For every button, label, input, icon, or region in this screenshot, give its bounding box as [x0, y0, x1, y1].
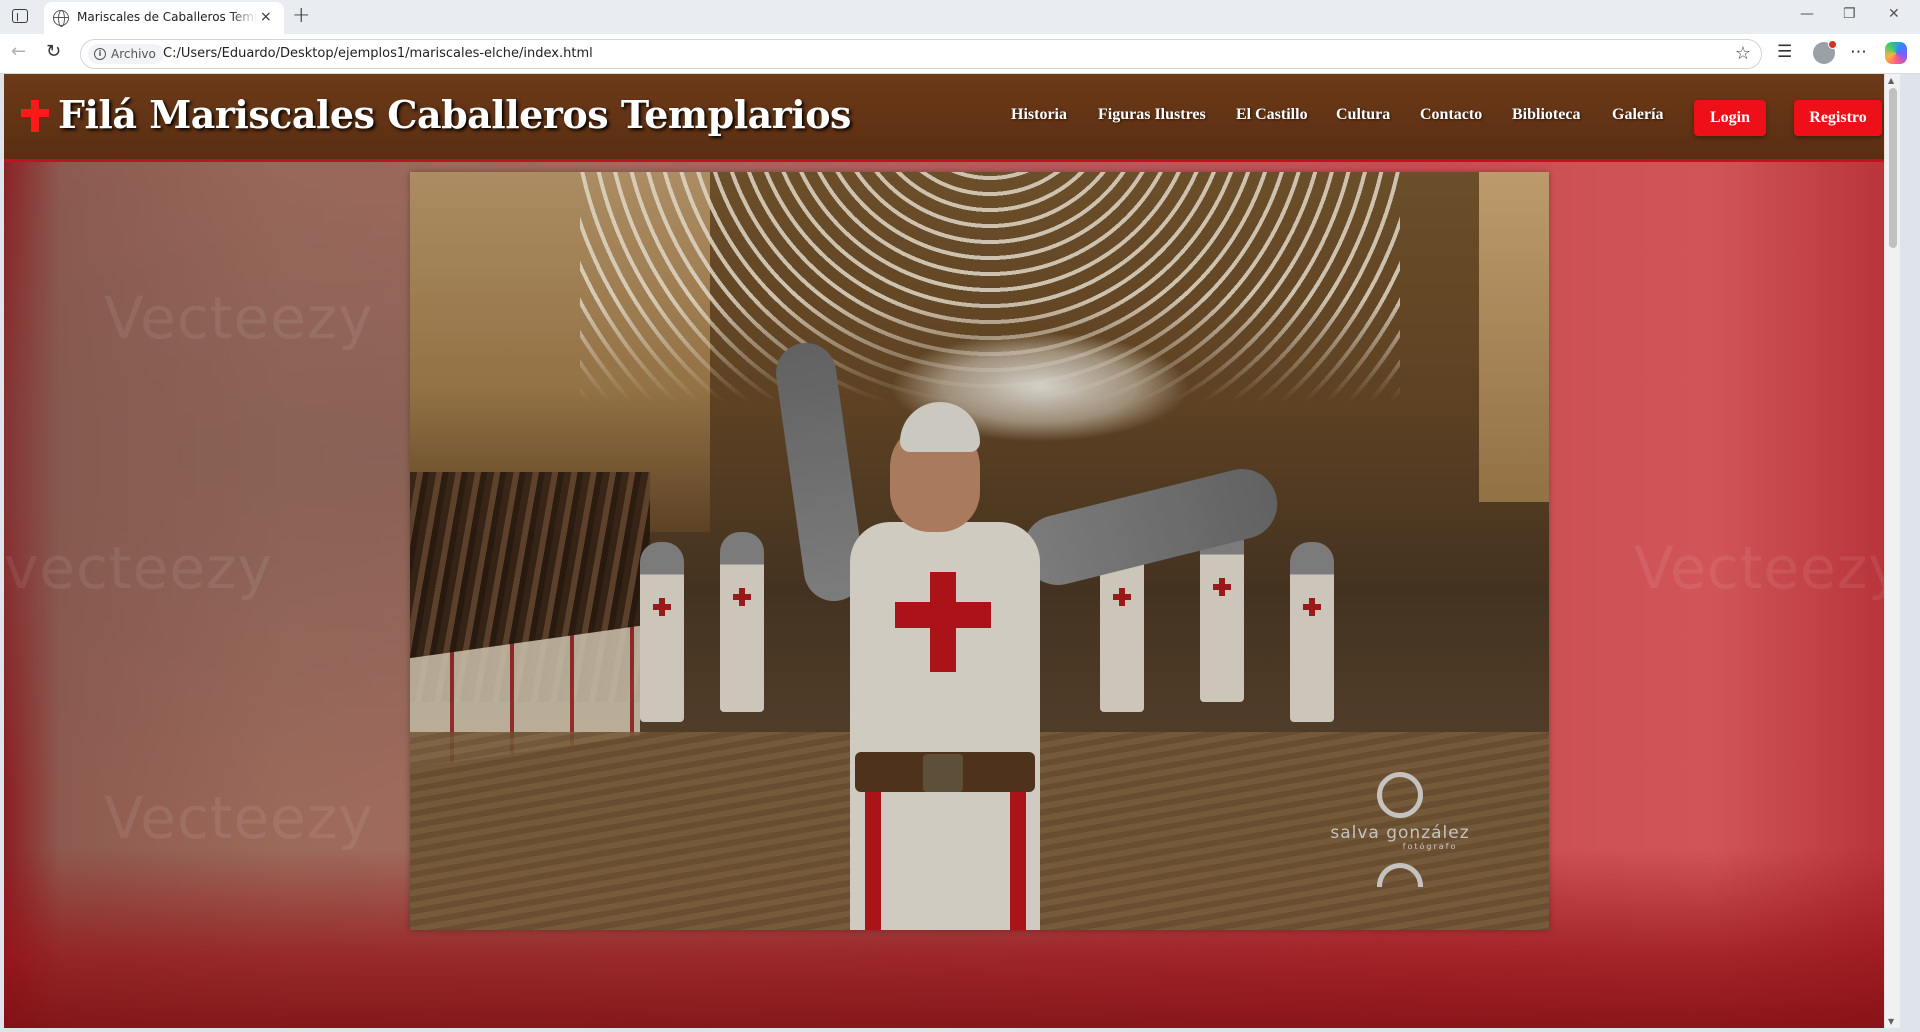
scrollbar-thumb[interactable]	[1889, 88, 1897, 248]
site-info-label: Archivo	[111, 47, 156, 61]
tab-actions-icon[interactable]	[12, 9, 28, 23]
more-menu-icon[interactable]: ⋯	[1850, 42, 1867, 62]
close-window-button[interactable]: ✕	[1888, 6, 1900, 22]
address-bar[interactable]: i Archivo C:/Users/Eduardo/Desktop/ejemp…	[80, 39, 1762, 69]
browser-tab-active[interactable]: Mariscales de Caballeros Templarios ×	[44, 2, 284, 34]
info-icon: i	[94, 48, 106, 60]
browser-tabstrip: Mariscales de Caballeros Templarios × + …	[0, 0, 1920, 34]
profile-avatar[interactable]	[1813, 40, 1837, 64]
scroll-up-icon[interactable]: ▲	[1888, 76, 1894, 85]
register-button[interactable]: Registro	[1794, 100, 1882, 136]
url-text[interactable]: C:/Users/Eduardo/Desktop/ejemplos1/maris…	[163, 46, 593, 61]
reload-icon[interactable]: ↻	[46, 42, 61, 62]
templar-cross-icon	[21, 100, 49, 132]
nav-historia[interactable]: Historia	[1011, 106, 1067, 124]
browser-toolbar: ← ↻ i Archivo C:/Users/Eduardo/Desktop/e…	[0, 34, 1920, 74]
scroll-down-icon[interactable]: ▼	[1888, 1017, 1894, 1026]
minimize-button[interactable]: —	[1800, 6, 1814, 22]
nav-contacto[interactable]: Contacto	[1420, 106, 1482, 124]
nav-el-castillo[interactable]: El Castillo	[1236, 106, 1308, 124]
globe-icon	[53, 10, 69, 27]
background-watermark: Vecteezy	[104, 784, 374, 852]
favorite-star-icon[interactable]: ☆	[1735, 43, 1751, 64]
favorites-icon[interactable]: ☰	[1777, 42, 1792, 62]
login-button[interactable]: Login	[1694, 100, 1766, 136]
restore-button[interactable]: ❐	[1843, 6, 1856, 22]
tab-title: Mariscales de Caballeros Templarios	[77, 10, 257, 24]
new-tab-button[interactable]: +	[292, 3, 310, 28]
background-watermark: Vecteezy	[1634, 534, 1900, 602]
nav-figuras-ilustres[interactable]: Figuras Ilustres	[1098, 106, 1206, 124]
site-header: Filá Mariscales Caballeros Templarios Hi…	[4, 74, 1884, 162]
site-title[interactable]: Filá Mariscales Caballeros Templarios	[58, 92, 851, 137]
background-watermark: vecteezy	[4, 534, 273, 602]
nav-biblioteca[interactable]: Biblioteca	[1512, 106, 1580, 124]
tab-close-icon[interactable]: ×	[260, 9, 272, 25]
site-info-button[interactable]: i Archivo	[88, 44, 164, 64]
background-watermark: Vecteezy	[104, 284, 374, 352]
nav-cultura[interactable]: Cultura	[1336, 106, 1390, 124]
back-arrow-icon[interactable]: ←	[11, 42, 26, 62]
nav-galeria[interactable]: Galería	[1612, 106, 1664, 124]
page-scrollbar[interactable]: ▲ ▼	[1884, 74, 1900, 1028]
page-viewport: Vecteezy vecteezy Vecteezy Vecteezy Filá…	[4, 74, 1900, 1028]
copilot-icon[interactable]	[1885, 42, 1907, 64]
hero-photo: salva gonzález fotógrafo	[410, 172, 1549, 930]
